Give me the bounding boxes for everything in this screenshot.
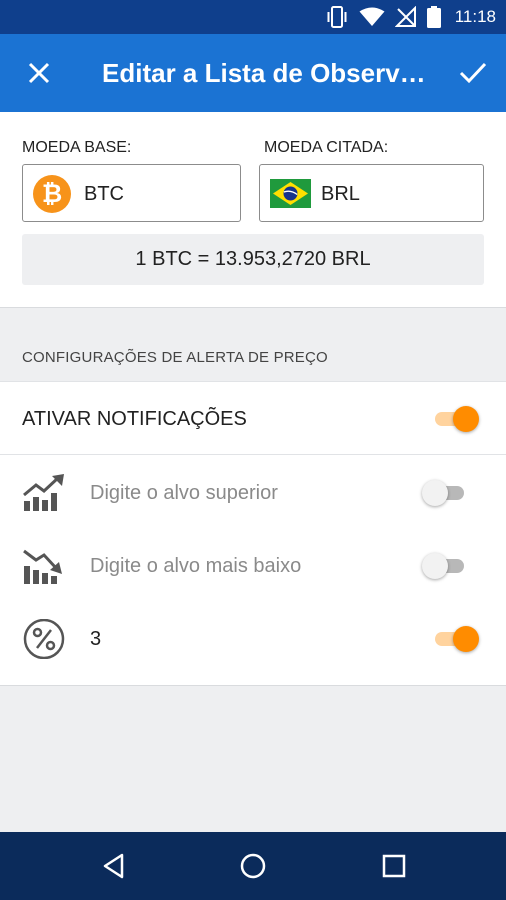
exchange-rate: 1 BTC = 13.953,2720 BRL	[22, 234, 484, 285]
toggle-thumb	[422, 553, 448, 579]
toggle-thumb	[453, 626, 479, 652]
upper-target-row: Digite o alvo superior	[0, 456, 506, 529]
percent-change-row: 3	[0, 602, 506, 675]
upper-target-input[interactable]: Digite o alvo superior	[90, 482, 278, 505]
base-currency-code: BTC	[84, 183, 124, 205]
percent-icon	[23, 619, 65, 659]
status-time: 11:18	[454, 7, 496, 26]
notifications-toggle[interactable]	[433, 404, 479, 434]
check-icon[interactable]	[458, 58, 488, 88]
app-bar: Editar a Lista de Observação	[0, 34, 506, 112]
price-alert-header: CONFIGURAÇÕES DE ALERTA DE PREÇO	[22, 349, 328, 366]
percent-change-toggle[interactable]	[433, 624, 479, 654]
notifications-label: ATIVAR NOTIFICAÇÕES	[22, 408, 247, 430]
quote-currency-label: MOEDA CITADA:	[264, 139, 389, 156]
home-icon[interactable]	[239, 852, 267, 880]
wifi-icon	[359, 7, 385, 26]
toggle-thumb	[453, 406, 479, 432]
percent-change-input[interactable]: 3	[90, 628, 101, 651]
lower-target-toggle[interactable]	[422, 551, 468, 581]
brazil-flag-icon	[270, 179, 311, 208]
page-title: Editar a Lista de Observação	[102, 58, 427, 88]
status-bar: 11:18	[0, 0, 506, 34]
base-currency-label: MOEDA BASE:	[22, 139, 132, 156]
close-icon[interactable]	[24, 58, 54, 88]
vibrate-icon	[327, 6, 347, 28]
no-signal-icon	[394, 6, 416, 27]
back-icon[interactable]	[100, 852, 128, 880]
base-currency-selector[interactable]: ₿ BTC	[22, 164, 241, 222]
notifications-row: ATIVAR NOTIFICAÇÕES	[0, 382, 506, 455]
upper-target-toggle[interactable]	[422, 478, 468, 508]
status-icons: 11:18	[325, 6, 496, 28]
system-nav-bar	[0, 832, 506, 900]
quote-currency-selector[interactable]: BRL	[259, 164, 484, 222]
chart-up-icon	[23, 474, 64, 511]
toggle-thumb	[422, 480, 448, 506]
currency-pair-section: MOEDA BASE: MOEDA CITADA: ₿ BTC BRL 1 BT…	[0, 112, 506, 308]
battery-icon	[426, 6, 441, 28]
quote-currency-code: BRL	[321, 183, 360, 205]
price-alerts-card: ATIVAR NOTIFICAÇÕES Digite o alvo superi…	[0, 381, 506, 686]
bitcoin-icon: ₿	[33, 175, 71, 213]
chart-down-icon	[23, 549, 62, 584]
recents-icon[interactable]	[380, 852, 408, 880]
lower-target-input[interactable]: Digite o alvo mais baixo	[90, 555, 301, 578]
lower-target-row: Digite o alvo mais baixo	[0, 529, 506, 602]
